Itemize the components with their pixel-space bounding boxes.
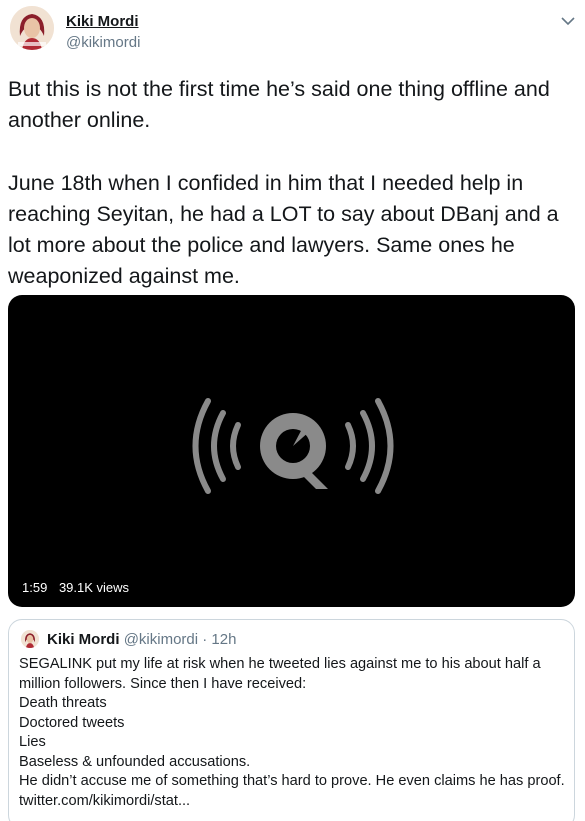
quoted-tweet-header: Kiki Mordi @kikimordi · 12h <box>47 631 236 648</box>
quoted-author-avatar <box>21 630 39 648</box>
tweet-text: But this is not the first time he’s said… <box>8 77 559 289</box>
chevron-down-icon[interactable] <box>560 14 576 26</box>
author-handle[interactable]: @kikimordi <box>66 34 140 51</box>
video-duration: 1:59 <box>22 580 48 595</box>
video-player[interactable]: 1:59 39.1K views <box>8 295 575 607</box>
author-avatar[interactable] <box>10 6 54 50</box>
video-meta: 1:59 39.1K views <box>22 580 137 595</box>
quoted-tweet-text: SEGALINK put my life at risk when he twe… <box>19 656 565 809</box>
quoted-author-name: Kiki Mordi <box>47 631 120 648</box>
quoted-tweet-time: · 12h <box>202 631 237 648</box>
quoted-author-handle: @kikimordi <box>123 631 199 648</box>
tweet-header: Kiki Mordi @kikimordi <box>0 0 585 70</box>
quicktime-logo-icon <box>192 398 394 494</box>
quoted-tweet[interactable]: Kiki Mordi @kikimordi · 12h SEGALINK put… <box>8 619 575 821</box>
author-display-name[interactable]: Kiki Mordi <box>66 13 139 30</box>
video-views: 39.1K views <box>58 580 130 595</box>
